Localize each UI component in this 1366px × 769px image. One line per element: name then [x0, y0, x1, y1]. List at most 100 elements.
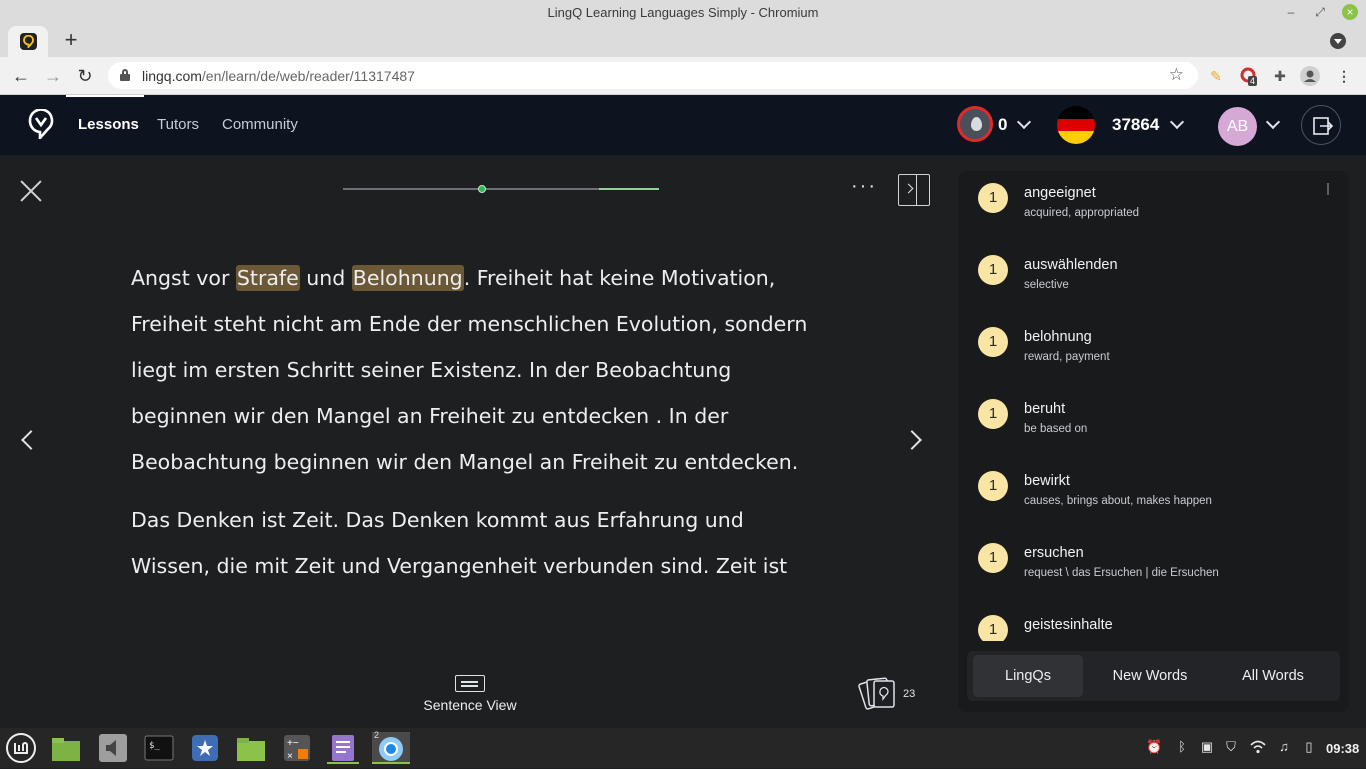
nav-tutors[interactable]: Tutors — [157, 116, 199, 133]
show-desktop-icon[interactable] — [50, 732, 82, 764]
tab-all-words[interactable]: All Words — [1215, 655, 1331, 697]
coin-count: 37864 — [1112, 115, 1160, 134]
word-hint: causes, brings about, makes happen — [1024, 495, 1212, 507]
scrollbar[interactable] — [1327, 183, 1329, 195]
word-term: ersuchen — [1024, 545, 1084, 561]
files-folder-icon[interactable] — [235, 732, 267, 764]
streak-flame-icon[interactable] — [957, 106, 993, 142]
red-extension-icon[interactable]: 4 — [1238, 66, 1258, 86]
word-list-item[interactable]: 1 belohnung reward, payment — [958, 315, 1349, 387]
word-list: 1 angeeignet acquired, appropriated 1 auswäh… — [958, 171, 1349, 641]
mint-menu-icon[interactable] — [5, 732, 37, 764]
software-manager-icon[interactable] — [189, 732, 221, 764]
lingq-word[interactable]: Strafe — [235, 265, 300, 291]
word-list-item[interactable]: 1 angeeignet acquired, appropriated — [958, 171, 1349, 243]
app-header: Lessons Tutors Community 0 37864 AB — [0, 95, 1366, 155]
chromium-taskbar-icon[interactable]: 2 — [372, 730, 410, 764]
nav-lessons[interactable]: Lessons — [66, 95, 144, 133]
profile-chevron-down-icon[interactable] — [1265, 114, 1281, 130]
browser-menu-icon[interactable]: ⋮ — [1334, 66, 1354, 86]
word-status-badge[interactable]: 1 — [978, 255, 1008, 285]
svg-text:$_: $_ — [149, 741, 160, 751]
flashcards-icon[interactable] — [858, 675, 898, 711]
sound-settings-icon[interactable] — [97, 732, 129, 764]
address-bar[interactable]: lingq.com/en/learn/de/web/reader/1131748… — [108, 62, 1198, 89]
url-path: /en/learn/de/web/reader/11317487 — [201, 68, 415, 84]
terminal-icon[interactable]: $_ — [143, 732, 175, 764]
word-status-badge[interactable]: 1 — [978, 399, 1008, 429]
word-list-item[interactable]: 1 auswählenden selective — [958, 243, 1349, 315]
clipboard-icon[interactable]: ▣ — [1199, 739, 1215, 755]
word-list-item[interactable]: 1 bewirkt causes, brings about, makes happ… — [958, 459, 1349, 531]
lingq-logo-icon[interactable] — [27, 108, 55, 144]
sentence-view-button[interactable]: Sentence View — [418, 675, 522, 713]
lingq-word[interactable]: Belohnung — [351, 265, 464, 291]
next-page-chevron-icon[interactable] — [902, 430, 922, 450]
word-term: angeeignet — [1024, 185, 1096, 201]
extension-badge: 4 — [1248, 76, 1258, 86]
streak-count: 0 — [998, 115, 1008, 134]
word-list-item[interactable]: 1 beruht be based on — [958, 387, 1349, 459]
word-list-item[interactable]: 1 geistesinhalte — [958, 603, 1349, 641]
reload-icon[interactable]: ↻ — [74, 65, 96, 87]
reader-area: ··· Angst vor Strafe und Belohnung. Frei… — [0, 155, 946, 728]
tab-search-icon[interactable] — [1330, 33, 1346, 49]
lesson-paragraph: Angst vor Strafe und Belohnung. Freiheit… — [131, 255, 821, 485]
url-host: lingq.com — [142, 68, 202, 84]
more-options-icon[interactable]: ··· — [851, 175, 877, 198]
browser-tab-lingq[interactable] — [8, 26, 48, 57]
german-flag-icon[interactable] — [1057, 106, 1095, 144]
bluetooth-icon[interactable]: ᛒ — [1174, 739, 1190, 755]
pencil-extension-icon[interactable]: ✎ — [1206, 66, 1226, 86]
clock[interactable]: 09:38 — [1326, 741, 1359, 756]
lesson-text-segment[interactable]: Das Denken ist Zeit. Das Denken kommt au… — [131, 508, 787, 578]
lesson-text-segment[interactable]: Angst vor — [131, 266, 236, 290]
exit-reader-button[interactable] — [1301, 105, 1341, 145]
nav-community[interactable]: Community — [222, 116, 298, 133]
sentence-view-icon — [455, 675, 485, 692]
calculator-icon[interactable]: +− × — [281, 732, 313, 764]
music-icon[interactable]: ♫ — [1276, 739, 1292, 755]
word-status-badge[interactable]: 1 — [978, 615, 1008, 641]
lesson-progress-bar[interactable] — [343, 185, 659, 193]
word-status-badge[interactable]: 1 — [978, 327, 1008, 357]
close-window-button[interactable]: × — [1342, 4, 1358, 20]
lesson-text-segment[interactable]: . Freiheit hat keine Motivation, Freihei… — [131, 266, 807, 474]
streak-chevron-down-icon[interactable] — [1016, 114, 1032, 130]
forward-arrow-icon[interactable]: → — [42, 65, 64, 87]
battery-icon[interactable]: ▯ — [1301, 739, 1317, 755]
back-arrow-icon[interactable]: ← — [10, 65, 32, 87]
text-editor-icon[interactable] — [327, 732, 359, 764]
exit-icon — [1313, 117, 1334, 135]
lesson-text-segment[interactable]: und — [300, 266, 352, 290]
word-status-badge[interactable]: 1 — [978, 471, 1008, 501]
lock-icon — [120, 69, 130, 81]
progress-knob[interactable] — [478, 185, 487, 193]
shield-icon[interactable]: ⛉ — [1223, 739, 1239, 755]
avatar[interactable]: AB — [1218, 107, 1257, 146]
word-list-item[interactable]: 1 ersuchen request \ das Ersuchen | die Er… — [958, 531, 1349, 603]
extensions-puzzle-icon[interactable]: ✚ — [1270, 66, 1290, 86]
language-chevron-down-icon[interactable] — [1169, 114, 1185, 130]
minimize-button[interactable]: – — [1283, 4, 1299, 20]
maximize-button[interactable]: ⤢ — [1312, 4, 1328, 20]
word-term: bewirkt — [1024, 473, 1070, 489]
tab-lingqs[interactable]: LingQs — [973, 655, 1083, 697]
svg-text:×: × — [287, 751, 293, 762]
word-status-badge[interactable]: 1 — [978, 183, 1008, 213]
previous-page-chevron-icon[interactable] — [21, 430, 41, 450]
word-term: belohnung — [1024, 329, 1092, 345]
word-term: beruht — [1024, 401, 1066, 417]
wifi-icon[interactable] — [1250, 739, 1266, 755]
panel-tabs: LingQs New Words All Words — [967, 651, 1340, 701]
new-tab-button[interactable]: + — [60, 29, 82, 51]
bookmark-star-icon[interactable]: ☆ — [1169, 65, 1184, 85]
profile-icon[interactable] — [1300, 66, 1320, 86]
close-lesson-icon[interactable] — [19, 179, 43, 203]
word-status-badge[interactable]: 1 — [978, 543, 1008, 573]
tab-new-words[interactable]: New Words — [1093, 655, 1207, 697]
taskbar: $_ +− × 2 ⏰ ᛒ ▣ ⛉ ♫ ▯ 09:38 — [0, 728, 1366, 768]
sidebar-toggle-icon[interactable] — [898, 174, 930, 206]
window-count-badge: 2 — [374, 730, 380, 740]
alarm-clock-icon[interactable]: ⏰ — [1146, 739, 1162, 755]
